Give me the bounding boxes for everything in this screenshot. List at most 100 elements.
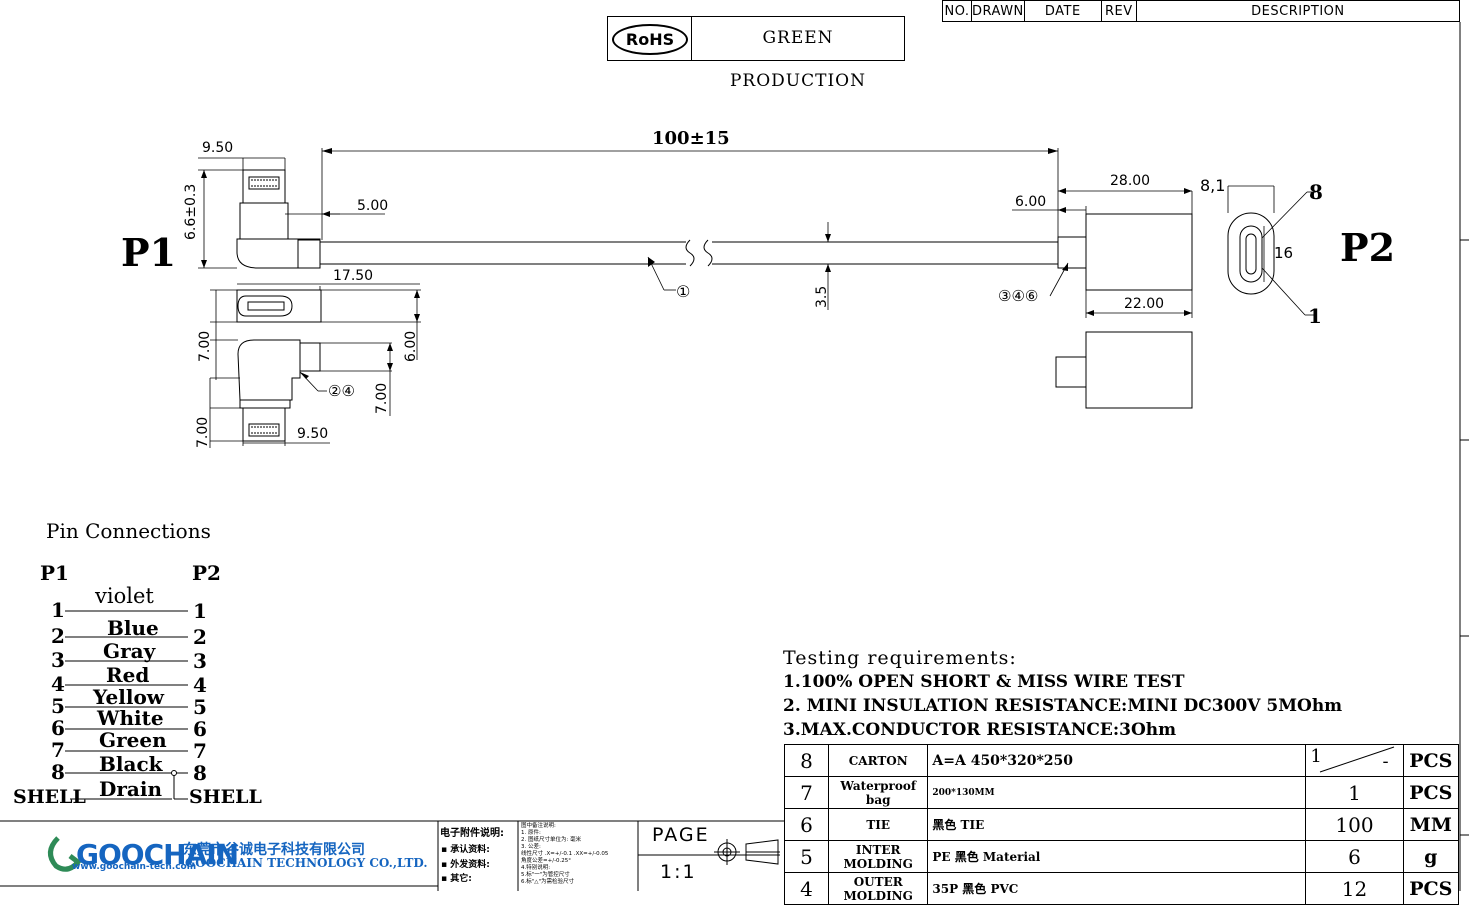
- pin-right-4: 4: [193, 673, 207, 697]
- p1-connector-front-view: [236, 289, 322, 323]
- pin-right-7: 7: [193, 739, 207, 763]
- bom-no: 4: [783, 872, 830, 905]
- p2-connector-side-view: [1057, 212, 1275, 295]
- bom-no: 7: [783, 776, 830, 809]
- wire-color-7: Green: [99, 728, 167, 752]
- p2-connector-bottom-view: [1055, 331, 1193, 409]
- pin-right-1: 1: [193, 599, 207, 623]
- pin-left-8: 8: [51, 760, 65, 784]
- bom-spec: 200*130MM: [927, 776, 1307, 809]
- note-line: 6.标"△"为需检验尺寸: [521, 879, 575, 885]
- bom-row: 7 Waterproof bag 200*130MM 1 PCS: [783, 776, 1460, 809]
- pin-right-8: 8: [193, 761, 207, 785]
- bom-unit: MM: [1402, 808, 1460, 841]
- pin-left-3: 3: [51, 648, 65, 672]
- attach-item-3: ▪ 其它:: [441, 874, 472, 884]
- pin-right-3: 3: [193, 649, 207, 673]
- pin-left-2: 2: [51, 624, 65, 648]
- wire-color-4: Red: [106, 663, 150, 687]
- bom-name: Waterproof bag: [828, 776, 929, 809]
- pin-8-marker: 8: [1309, 180, 1323, 204]
- bom-qty-slash: [1320, 746, 1395, 773]
- bom-no: 6: [783, 808, 830, 841]
- note-line: 3. 公差:: [521, 844, 541, 850]
- wire-color-8: Black: [99, 752, 163, 776]
- dim-7-00-a: 7.00: [197, 330, 213, 362]
- dim-3-5: 3.5: [814, 285, 830, 308]
- bom-name: INTER MOLDING: [828, 840, 929, 873]
- dim-6-00-right: 6.00: [1015, 194, 1047, 210]
- page-label: PAGE: [652, 824, 710, 846]
- p1-header: P1: [40, 561, 69, 585]
- dim-9-50-top: 9.50: [202, 140, 234, 156]
- pin-left-4: 4: [51, 672, 65, 696]
- bom-spec: 35P 黑色 PVC: [927, 872, 1307, 905]
- dim-17-50: 17.50: [333, 268, 374, 284]
- callout-1: ①: [676, 282, 691, 301]
- bom-qty: 6: [1305, 840, 1404, 873]
- p2-label: P2: [1340, 225, 1396, 270]
- company-name-en: GOOCHAIN TECHNOLOGY CO.,LTD.: [185, 856, 428, 870]
- testing-item-2: 2. MINI INSULATION RESISTANCE:MINI DC300…: [783, 696, 1343, 716]
- testing-item-3: 3.MAX.CONDUCTOR RESISTANCE:3Ohm: [783, 720, 1177, 740]
- bom-unit: PCS: [1402, 776, 1460, 809]
- bom-name: CARTON: [828, 744, 929, 777]
- bom-spec: A=A 450*320*250: [927, 744, 1307, 777]
- pin-right-6: 6: [193, 717, 207, 741]
- bom-spec: 黑色 TIE: [927, 808, 1307, 841]
- wire-color-2: Blue: [107, 616, 159, 640]
- attach-item-1: ▪ 承认资料:: [441, 845, 490, 855]
- bom-row: 4 OUTER MOLDING 35P 黑色 PVC 12 PCS: [783, 872, 1460, 905]
- callout-3-4-6: ③④⑥: [998, 287, 1039, 305]
- bom-unit: PCS: [1402, 872, 1460, 905]
- p1-connector-side-view: [236, 169, 321, 269]
- bom-spec: PE 黑色 Material: [927, 840, 1307, 873]
- attach-item-2: ▪ 外发资料:: [441, 860, 490, 870]
- bom-no: 5: [783, 840, 830, 873]
- note-line: 线性尺寸 .X=+/-0.1 .XX=+/-0.05: [521, 851, 609, 857]
- scale-value: 1:1: [660, 861, 697, 883]
- testing-item-1: 1.100% OPEN SHORT & MISS WIRE TEST: [783, 672, 1185, 692]
- callout-2-4: ②④: [328, 382, 355, 400]
- bom-qty: 12: [1305, 872, 1404, 905]
- dim-7-00-b: 7.00: [374, 382, 390, 414]
- pin-left-6: 6: [51, 716, 65, 740]
- p2-header: P2: [192, 561, 221, 585]
- bom-unit: g: [1402, 840, 1460, 873]
- pin-left-7: 7: [51, 738, 65, 762]
- note-line: 角度公差=+/-0.25°: [521, 858, 572, 864]
- note-line: 2. 图纸尺寸单位为: 毫米: [521, 837, 582, 843]
- pin-connections-title: Pin Connections: [46, 519, 211, 543]
- pin-right-5: 5: [193, 695, 207, 719]
- goochain-website: www.goochain-tech.com: [72, 862, 197, 872]
- bom-name: TIE: [828, 808, 929, 841]
- p1-label: P1: [121, 230, 177, 275]
- drawing-notes: 图中备注说明: 1. 原件: 2. 图纸尺寸单位为: 毫米 3. 公差: 线性尺…: [521, 823, 637, 886]
- pin-left-5: 5: [51, 694, 65, 718]
- cable: [320, 239, 1058, 267]
- dim-8-1: 8,1: [1200, 176, 1226, 195]
- note-line: 图中备注说明:: [521, 823, 556, 829]
- pin-right-shell: SHELL: [189, 786, 262, 808]
- bom-unit: PCS: [1402, 744, 1460, 777]
- dim-22-00: 22.00: [1124, 296, 1165, 312]
- dim-6-6: 6.6±0.3: [183, 183, 199, 240]
- pin-left-1: 1: [51, 598, 65, 622]
- bom-row: 5 INTER MOLDING PE 黑色 Material 6 g: [783, 840, 1460, 873]
- wire-color-6: White: [97, 706, 164, 730]
- dim-length: 100±15: [652, 128, 730, 149]
- dim-6-00-left: 6.00: [403, 330, 419, 362]
- bom-no: 8: [783, 744, 830, 777]
- dim-28-00: 28.00: [1110, 173, 1151, 189]
- bom-name: OUTER MOLDING: [828, 872, 929, 905]
- note-line: 4.特别说明:: [521, 865, 551, 871]
- bom-row: 6 TIE 黑色 TIE 100 MM: [783, 808, 1460, 841]
- dim-16: 16: [1274, 244, 1294, 262]
- bom-row: 8 CARTON A=A 450*320*250 1 - PCS: [783, 744, 1460, 777]
- pin-left-shell: SHELL: [13, 786, 86, 808]
- note-line: 1. 原件:: [521, 830, 541, 836]
- dim-5-00: 5.00: [357, 198, 389, 214]
- bom-table: 8 CARTON A=A 450*320*250 1 - PCS 7 Water…: [783, 744, 1460, 905]
- bom-qty: 1 -: [1305, 744, 1404, 777]
- wire-color-3: Gray: [103, 639, 156, 663]
